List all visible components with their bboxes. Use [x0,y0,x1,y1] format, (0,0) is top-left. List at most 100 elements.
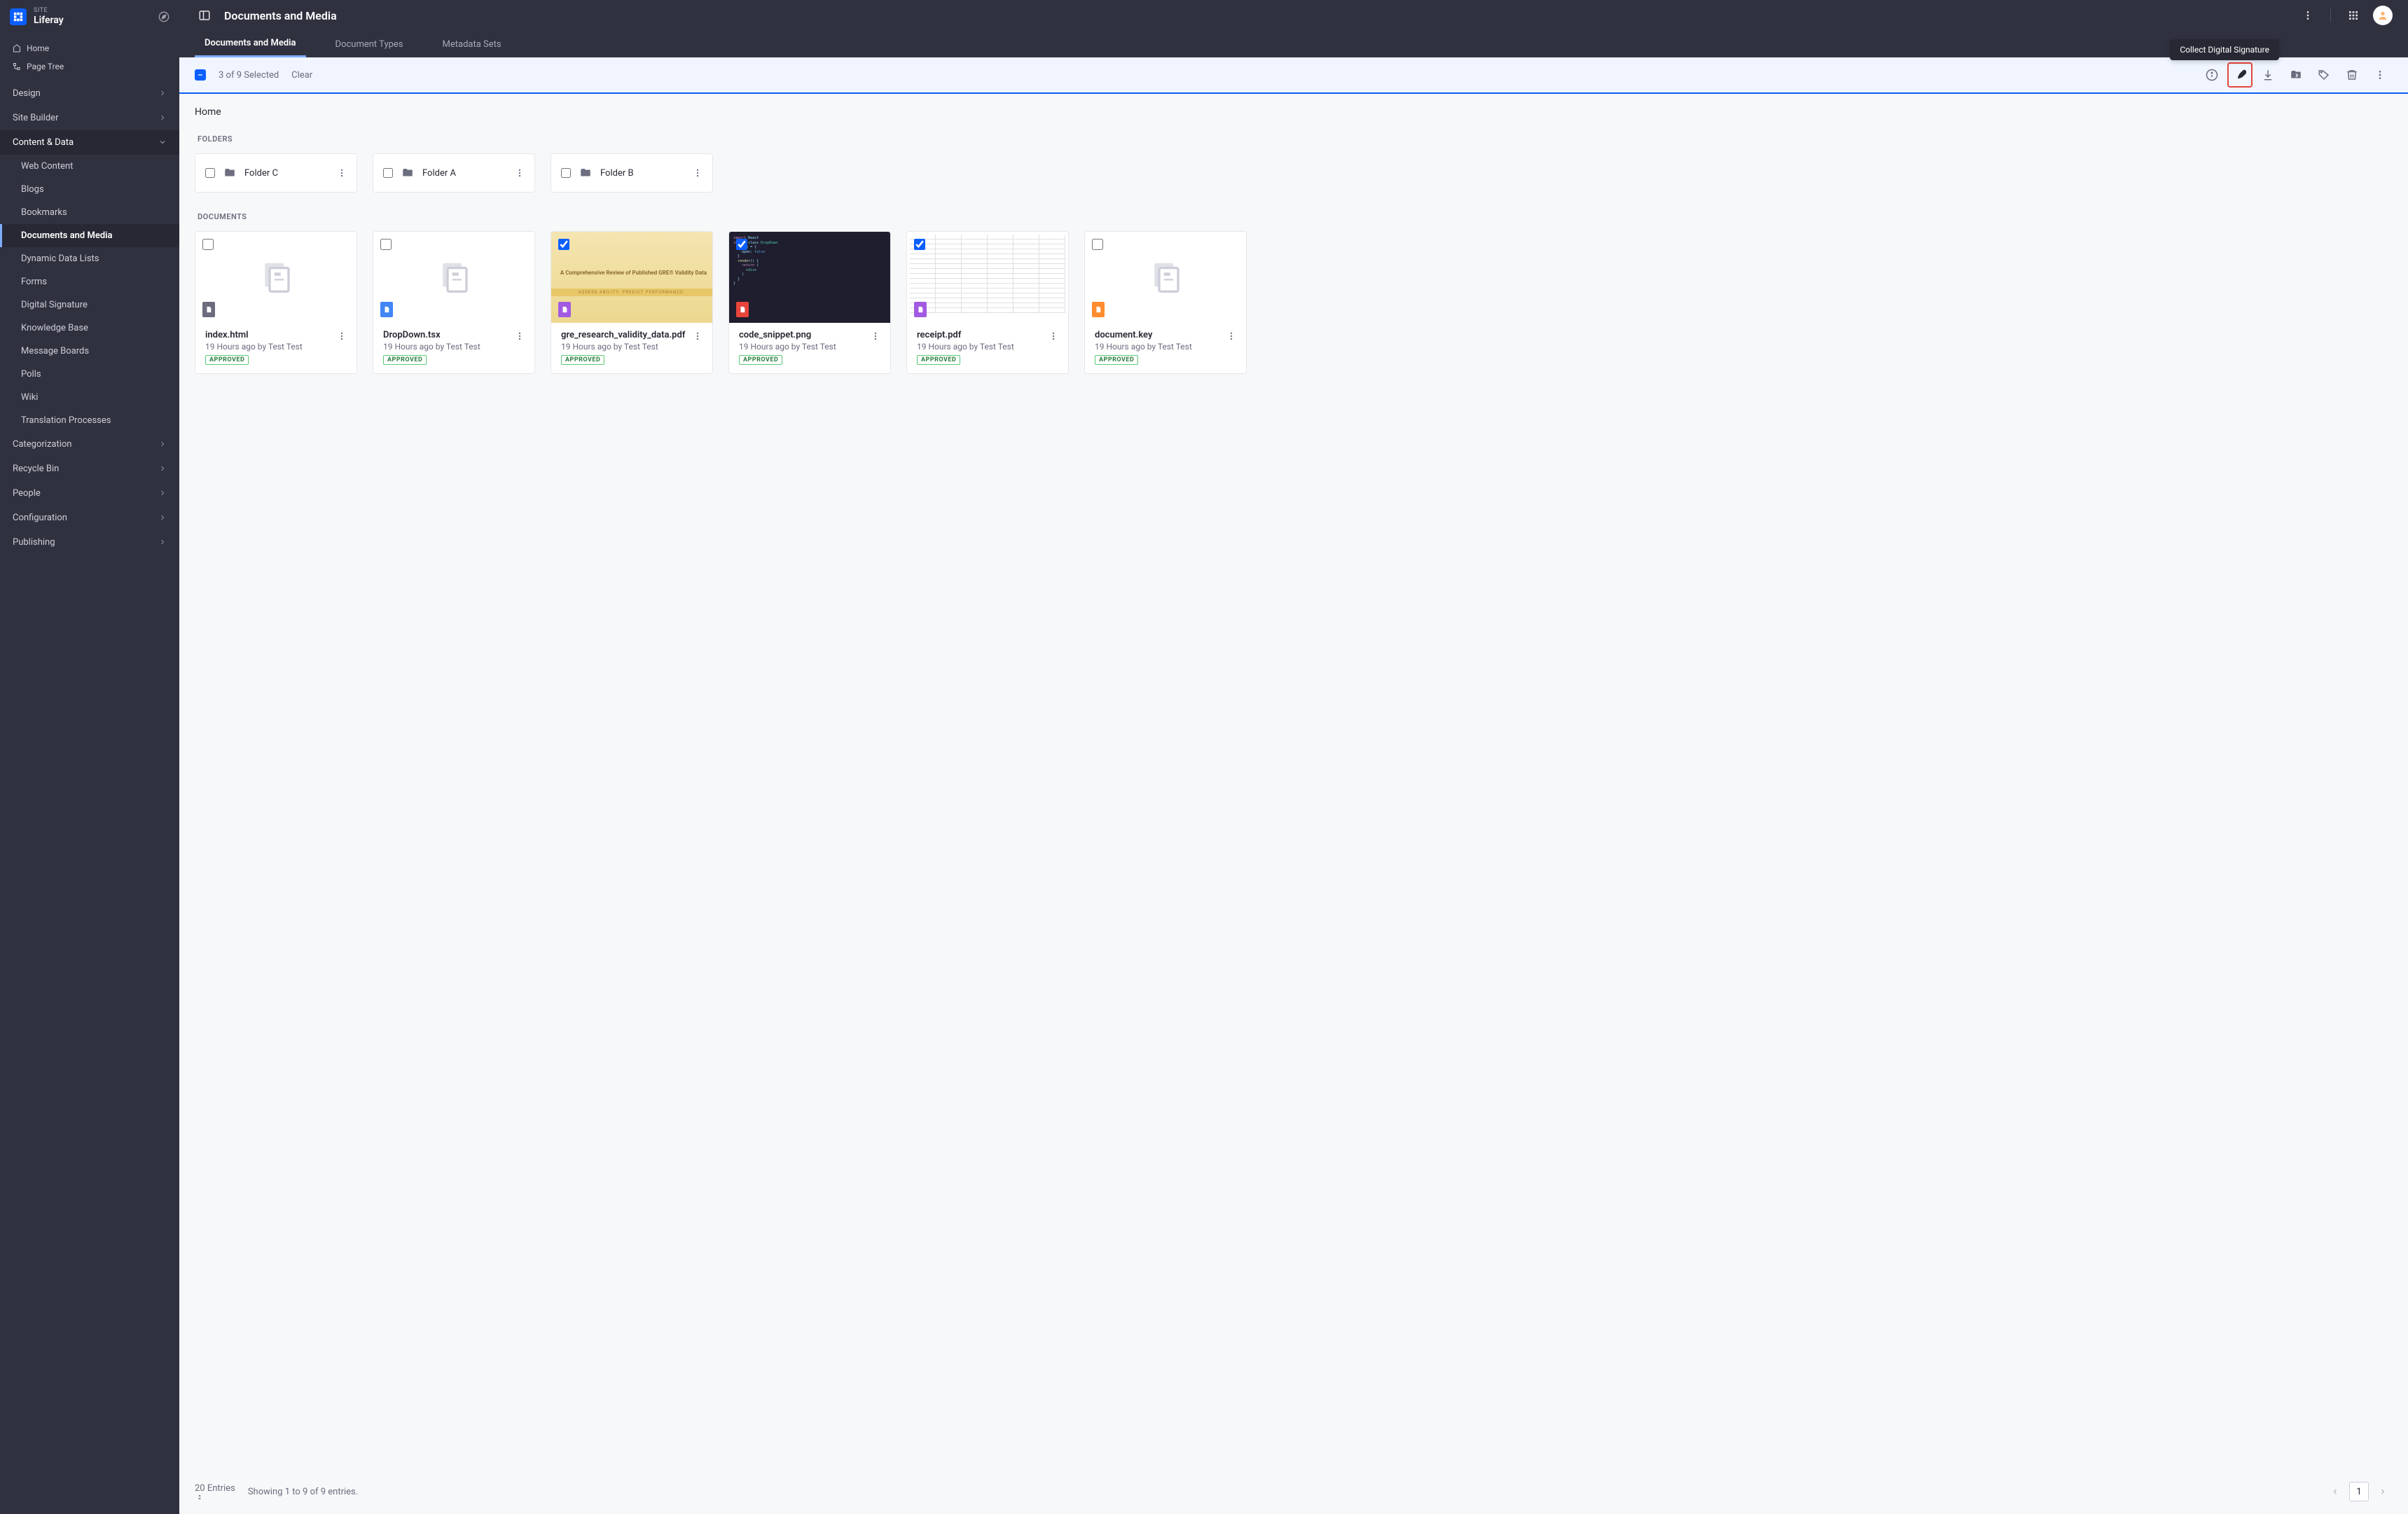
folder-kebab-icon[interactable] [693,168,703,178]
folder-icon [579,167,592,179]
info-icon[interactable] [2199,62,2224,88]
document-kebab-icon[interactable] [1226,330,1236,365]
document-card[interactable]: index.html19 Hours ago by Test TestAPPRO… [195,231,357,374]
nav-web-content[interactable]: Web Content [0,155,179,178]
document-title: index.html [205,330,330,340]
nav-publishing[interactable]: Publishing [0,530,179,555]
folder-kebab-icon[interactable] [515,168,525,178]
nav-forms[interactable]: Forms [0,270,179,293]
document-title: gre_research_validity_data.pdf [561,330,686,340]
document-kebab-icon[interactable] [1049,330,1058,365]
filetype-badge-icon [914,302,927,317]
more-actions-icon[interactable] [2367,62,2393,88]
tree-icon [13,62,21,71]
nav-configuration[interactable]: Configuration [0,506,179,530]
chevron-right-icon [158,538,167,546]
folder-card[interactable]: Folder A [373,153,535,193]
nav-wiki[interactable]: Wiki [0,386,179,409]
folder-name: Folder B [600,168,684,179]
sidebar: SITE Liferay Home Page Tree Design Site … [0,0,179,1514]
document-card[interactable]: document.key19 Hours ago by Test TestAPP… [1084,231,1247,374]
page-title: Documents and Media [224,9,337,22]
document-placeholder-icon [257,258,295,296]
document-card[interactable]: receipt.pdf19 Hours ago by Test TestAPPR… [906,231,1069,374]
footer: 20 Entries Showing 1 to 9 of 9 entries. … [179,1475,2408,1514]
nav-recycle-bin[interactable]: Recycle Bin [0,457,179,481]
trash-icon[interactable] [2339,62,2365,88]
app-grid-icon[interactable] [2344,6,2363,25]
folder-card[interactable]: Folder B [551,153,713,193]
folder-kebab-icon[interactable] [337,168,347,178]
site-header[interactable]: SITE Liferay [0,0,179,34]
nav-site-builder[interactable]: Site Builder [0,106,179,130]
document-thumbnail: import React import class DropDown state… [729,232,890,323]
pager-next[interactable] [2373,1482,2393,1501]
document-checkbox[interactable] [558,239,569,250]
move-folder-icon[interactable] [2283,62,2309,88]
nav-bookmarks[interactable]: Bookmarks [0,201,179,224]
select-all-checkbox[interactable] [195,69,206,81]
nav-design[interactable]: Design [0,81,179,106]
nav-content-data[interactable]: Content & Data [0,130,179,155]
site-name: Liferay [34,15,151,27]
nav-dynamic-data-lists[interactable]: Dynamic Data Lists [0,247,179,270]
compass-icon[interactable] [158,11,169,22]
document-card[interactable]: import React import class DropDown state… [728,231,891,374]
showing-text: Showing 1 to 9 of 9 entries. [248,1487,358,1497]
entries-toggle-icon [195,1494,235,1501]
status-badge: APPROVED [917,355,960,365]
nav-message-boards[interactable]: Message Boards [0,340,179,363]
filetype-badge-icon [1092,302,1105,317]
document-checkbox[interactable] [202,239,214,250]
nav-home-label: Home [27,43,49,53]
nav-polls[interactable]: Polls [0,363,179,386]
folder-checkbox[interactable] [205,168,215,178]
tag-icon[interactable] [2311,62,2337,88]
tab-metadata-sets[interactable]: Metadata Sets [433,39,511,57]
document-checkbox[interactable] [736,239,747,250]
section-folders-label: FOLDERS [198,134,2390,144]
tab-document-types[interactable]: Document Types [326,39,413,57]
folder-checkbox[interactable] [383,168,393,178]
topbar-kebab-icon[interactable] [2298,6,2318,25]
user-avatar[interactable] [2373,6,2393,25]
nav-blogs[interactable]: Blogs [0,178,179,201]
thumb-code-preview: import React import class DropDown state… [729,232,890,323]
document-checkbox[interactable] [914,239,925,250]
document-checkbox[interactable] [380,239,392,250]
document-card[interactable]: A Comprehensive Review of Published GRE®… [551,231,713,374]
document-title: code_snippet.png [739,330,864,340]
clear-selection-button[interactable]: Clear [291,70,312,81]
entries-count[interactable]: 20 Entries [195,1483,235,1501]
nav-home[interactable]: Home [0,39,179,57]
pager-prev[interactable] [2325,1482,2345,1501]
chevron-right-icon [158,89,167,97]
breadcrumb-home[interactable]: Home [195,106,2393,118]
document-kebab-icon[interactable] [337,330,347,365]
folder-checkbox[interactable] [561,168,571,178]
document-meta: 19 Hours ago by Test Test [1095,342,1219,352]
pager-page-1[interactable]: 1 [2349,1482,2369,1501]
document-kebab-icon[interactable] [871,330,880,365]
document-kebab-icon[interactable] [693,330,703,365]
filetype-badge-icon [380,302,393,317]
selection-bar: 3 of 9 Selected Clear [179,57,2408,94]
tab-documents-media[interactable]: Documents and Media [195,38,306,57]
nav-categorization[interactable]: Categorization [0,432,179,457]
section-documents-label: DOCUMENTS [198,212,2390,221]
document-card[interactable]: DropDown.tsx19 Hours ago by Test TestAPP… [373,231,535,374]
nav-page-tree[interactable]: Page Tree [0,57,179,76]
nav-documents-media[interactable]: Documents and Media [0,224,179,247]
document-checkbox[interactable] [1092,239,1103,250]
download-icon[interactable] [2255,62,2281,88]
nav-people[interactable]: People [0,481,179,506]
panel-toggle-icon[interactable] [195,6,214,25]
document-kebab-icon[interactable] [515,330,525,365]
signature-pen-icon[interactable] [2227,62,2253,88]
document-meta: 19 Hours ago by Test Test [205,342,330,352]
nav-translation-processes[interactable]: Translation Processes [0,409,179,432]
folder-card[interactable]: Folder C [195,153,357,193]
nav-digital-signature[interactable]: Digital Signature [0,293,179,317]
nav-knowledge-base[interactable]: Knowledge Base [0,317,179,340]
chevron-right-icon [158,113,167,122]
